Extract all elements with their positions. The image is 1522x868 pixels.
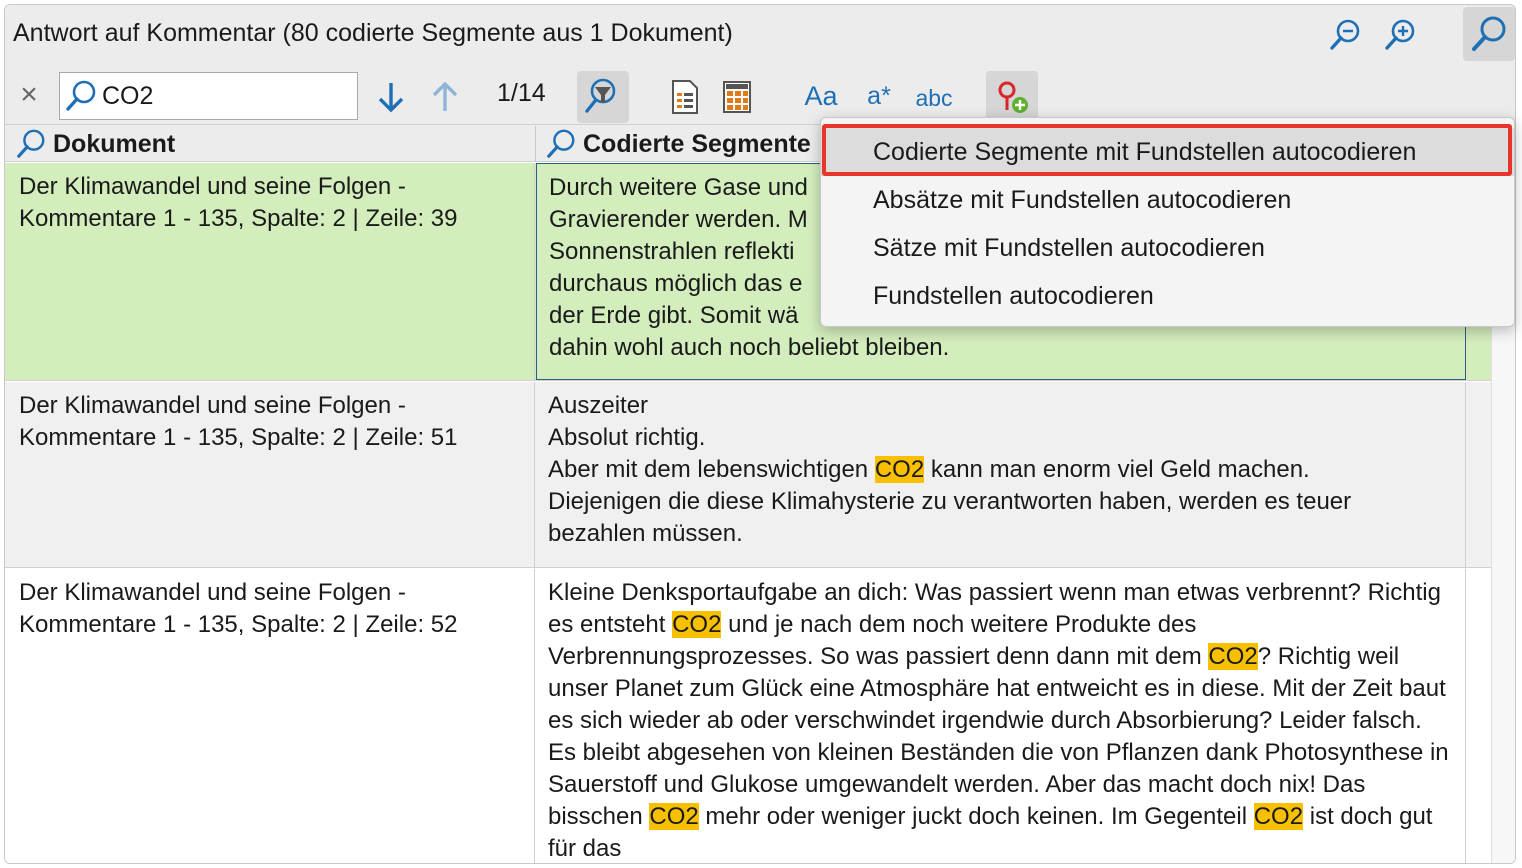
column-header-label: Dokument bbox=[53, 129, 176, 158]
search-field[interactable] bbox=[59, 72, 358, 120]
case-sensitive-toggle[interactable]: Aa bbox=[799, 77, 843, 115]
zoom-in-icon bbox=[1385, 19, 1415, 50]
search-input[interactable] bbox=[102, 81, 342, 111]
segment-text: ? Richtig weil unser Planet zum Glück ei… bbox=[548, 643, 1449, 830]
segment-text: mehr oder weniger juckt doch keinen. Im … bbox=[698, 803, 1254, 830]
column-header-label: Codierte Segmente bbox=[583, 129, 811, 158]
menu-item-autocode-sentences[interactable]: Sätze mit Fundstellen autocodieren bbox=[821, 224, 1514, 272]
arrow-down-icon bbox=[378, 83, 404, 113]
search-icon bbox=[17, 129, 45, 158]
search-icon bbox=[1472, 16, 1506, 51]
zoom-in-button[interactable] bbox=[1380, 15, 1420, 55]
close-icon: × bbox=[20, 78, 38, 111]
title-bar: Antwort auf Kommentar (80 codierte Segme… bbox=[5, 5, 1515, 65]
segment-line: dahin wohl auch noch beliebt bleiben. bbox=[549, 334, 950, 361]
previous-result-button[interactable] bbox=[427, 79, 463, 115]
search-hit-highlight: CO2 bbox=[672, 611, 722, 638]
window-title: Antwort auf Kommentar (80 codierte Segme… bbox=[13, 19, 733, 47]
table-row[interactable]: Der Klimawandel und seine Folgen - Komme… bbox=[5, 382, 1491, 568]
segment-cell[interactable]: Auszeiter Absolut richtig. Aber mit dem … bbox=[536, 382, 1466, 567]
column-header-segments[interactable]: Codierte Segmente bbox=[545, 126, 811, 162]
document-cell: Der Klimawandel und seine Folgen - Komme… bbox=[5, 163, 535, 380]
search-hit-highlight: CO2 bbox=[1208, 643, 1258, 670]
search-icon bbox=[547, 129, 575, 158]
table-icon bbox=[723, 81, 751, 113]
arrow-up-icon bbox=[432, 81, 458, 111]
wildcard-toggle[interactable]: a* bbox=[857, 77, 901, 115]
segment-text: Auszeiter Absolut richtig. Aber mit dem … bbox=[548, 392, 869, 483]
search-hit-highlight: CO2 bbox=[649, 803, 699, 830]
document-list-button[interactable] bbox=[665, 75, 705, 119]
document-cell: Der Klimawandel und seine Folgen - Komme… bbox=[5, 569, 535, 863]
zoom-out-icon bbox=[1330, 19, 1360, 50]
search-hit-highlight: CO2 bbox=[874, 456, 925, 483]
whole-word-toggle[interactable]: abc bbox=[909, 79, 959, 117]
table-row[interactable]: Der Klimawandel und seine Folgen - Komme… bbox=[5, 569, 1491, 863]
table-view-button[interactable] bbox=[717, 75, 757, 119]
filter-results-button[interactable] bbox=[577, 71, 629, 123]
segment-cell[interactable]: Kleine Denksportaufgabe an dich: Was pas… bbox=[536, 569, 1466, 863]
result-counter: 1/14 bbox=[497, 79, 546, 107]
search-filter-icon bbox=[585, 78, 616, 113]
search-toggle-button[interactable] bbox=[1463, 7, 1515, 61]
column-divider[interactable] bbox=[535, 126, 536, 162]
autocode-icon bbox=[998, 81, 1028, 113]
document-cell: Der Klimawandel und seine Folgen - Komme… bbox=[5, 382, 535, 567]
zoom-out-button[interactable] bbox=[1325, 15, 1365, 55]
menu-item-autocode-hits[interactable]: Fundstellen autocodieren bbox=[821, 272, 1514, 320]
callout-highlight-box bbox=[822, 124, 1512, 176]
search-icon bbox=[66, 80, 96, 111]
document-list-icon bbox=[672, 80, 698, 114]
next-result-button[interactable] bbox=[373, 79, 409, 115]
search-toolbar: × 1/14 bbox=[5, 65, 1515, 125]
autocode-button[interactable] bbox=[986, 71, 1038, 123]
menu-item-autocode-paragraphs[interactable]: Absätze mit Fundstellen autocodieren bbox=[821, 176, 1514, 224]
column-header-document[interactable]: Dokument bbox=[15, 126, 175, 162]
close-search-button[interactable]: × bbox=[11, 77, 47, 113]
search-hit-highlight: CO2 bbox=[1253, 803, 1304, 830]
